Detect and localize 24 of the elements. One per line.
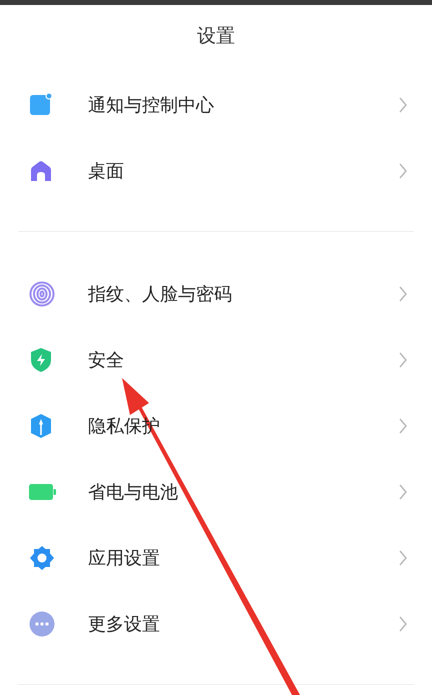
chevron-icon	[398, 616, 408, 632]
settings-item[interactable]: 应用设置	[88, 546, 398, 570]
chevron-icon	[398, 418, 408, 434]
settings-item[interactable]: 指纹、人脸与密码	[88, 282, 398, 306]
gear-icon	[29, 545, 55, 571]
chevron-icon	[398, 550, 408, 566]
fingerprint-icon	[29, 281, 55, 307]
page-title: 设置	[197, 24, 235, 48]
notification-icon	[29, 93, 53, 117]
chevron-icon	[398, 286, 408, 302]
privacy-icon	[29, 413, 53, 439]
settings-item[interactable]: 更多设置	[88, 612, 398, 636]
settings-item[interactable]: 省电与电池	[88, 480, 398, 504]
more-icon	[29, 611, 55, 637]
chevron-icon	[398, 484, 408, 500]
settings-item[interactable]: 桌面	[88, 159, 398, 183]
chevron-icon	[398, 97, 408, 113]
battery-icon	[29, 483, 57, 501]
shield-icon	[29, 347, 53, 373]
home-icon	[29, 159, 53, 183]
chevron-icon	[398, 352, 408, 368]
settings-item[interactable]: 安全	[88, 348, 398, 372]
chevron-icon	[398, 163, 408, 179]
settings-item[interactable]: 通知与控制中心	[88, 93, 398, 117]
